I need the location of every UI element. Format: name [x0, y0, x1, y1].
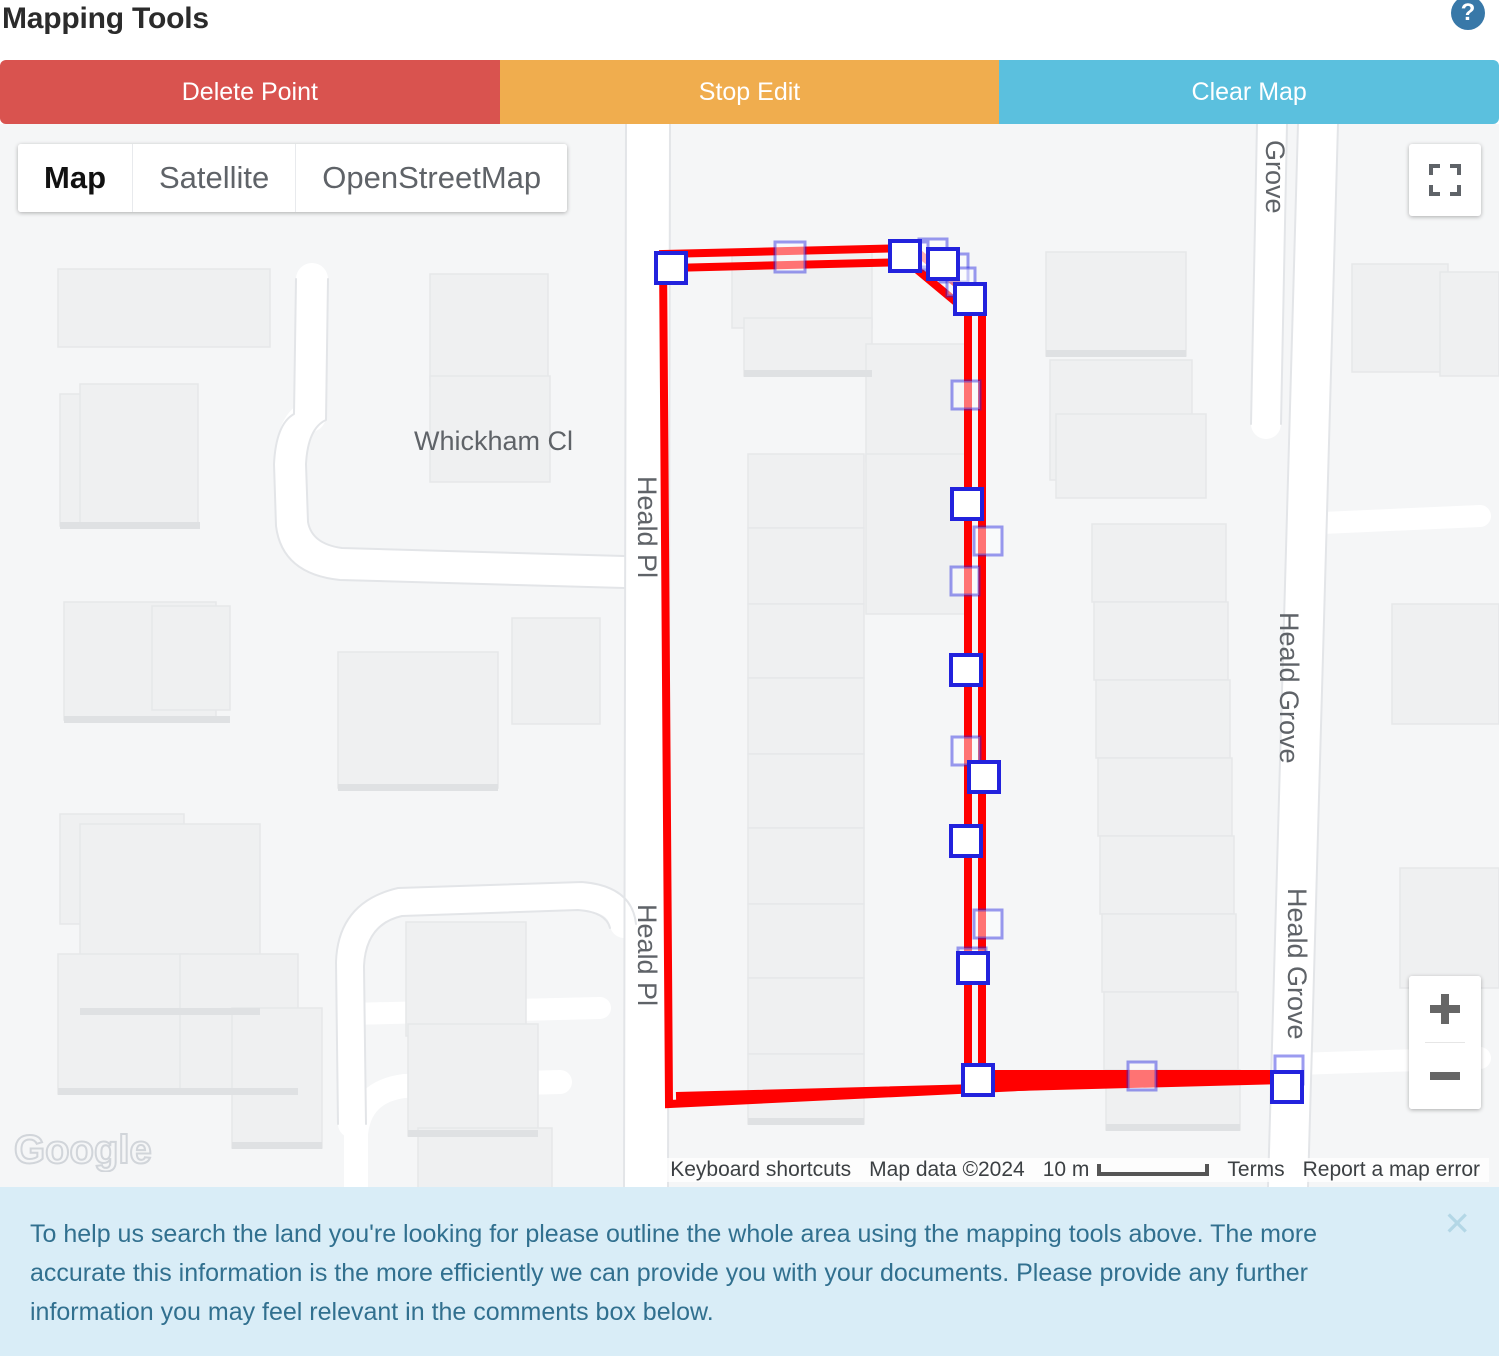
road-label-heald-grove-upper: Heald Grove [1274, 612, 1304, 764]
info-banner-text: To help us search the land you're lookin… [30, 1220, 1318, 1326]
road-label-heald-pl-lower: Heald Pl [632, 904, 662, 1007]
terms-link[interactable]: Terms [1218, 1158, 1294, 1182]
zoom-control[interactable] [1409, 976, 1481, 1109]
polygon-midpoint-handles [773, 237, 1305, 1092]
map-data-copyright: Map data ©2024 [860, 1158, 1034, 1182]
page-title: Mapping Tools [2, 2, 209, 35]
keyboard-shortcuts-link[interactable]: Keyboard shortcuts [661, 1158, 861, 1182]
map-scale: 10 m [1033, 1158, 1219, 1182]
map-type-control[interactable]: Map Satellite OpenStreetMap [18, 144, 568, 212]
mapping-tools-page: Mapping Tools ? Delete Point Stop Edit C… [0, 0, 1499, 1356]
page-header: Mapping Tools ? [0, 0, 1499, 48]
report-map-error-link[interactable]: Report a map error [1293, 1158, 1489, 1182]
map-type-tab-openstreetmap[interactable]: OpenStreetMap [296, 144, 568, 212]
map-scale-label: 10 m [1042, 1158, 1090, 1181]
help-circle-icon[interactable]: ? [1451, 0, 1485, 30]
zoom-in-button[interactable] [1409, 976, 1481, 1042]
info-banner: To help us search the land you're lookin… [0, 1187, 1499, 1356]
mapping-toolbar: Delete Point Stop Edit Clear Map [0, 60, 1499, 124]
fullscreen-icon[interactable] [1409, 144, 1481, 216]
map-attribution-bar: Keyboard shortcuts Map data ©2024 10 m T… [0, 1153, 1499, 1187]
map-scale-bar [1097, 1164, 1210, 1176]
plus-icon [1430, 994, 1460, 1024]
road-label-heald-pl-upper: Heald Pl [632, 476, 662, 579]
fullscreen-glyph [1429, 164, 1461, 196]
road-label-whickham-cl: Whickham Cl [414, 426, 574, 456]
map-canvas[interactable]: Whickham Cl Heald Pl Heald Pl Grove Heal… [0, 124, 1499, 1187]
map-type-tab-satellite[interactable]: Satellite [133, 144, 297, 212]
zoom-out-button[interactable] [1409, 1043, 1481, 1109]
road-label-heald-grove-lower: Heald Grove [1282, 888, 1312, 1040]
clear-map-button[interactable]: Clear Map [999, 60, 1499, 124]
road-label-grove: Grove [1260, 140, 1290, 214]
stop-edit-button[interactable]: Stop Edit [499, 60, 1000, 124]
delete-point-button[interactable]: Delete Point [0, 60, 500, 124]
map-type-tab-map[interactable]: Map [18, 144, 133, 212]
close-icon[interactable]: ✕ [1443, 1207, 1471, 1240]
minus-icon [1430, 1061, 1460, 1091]
